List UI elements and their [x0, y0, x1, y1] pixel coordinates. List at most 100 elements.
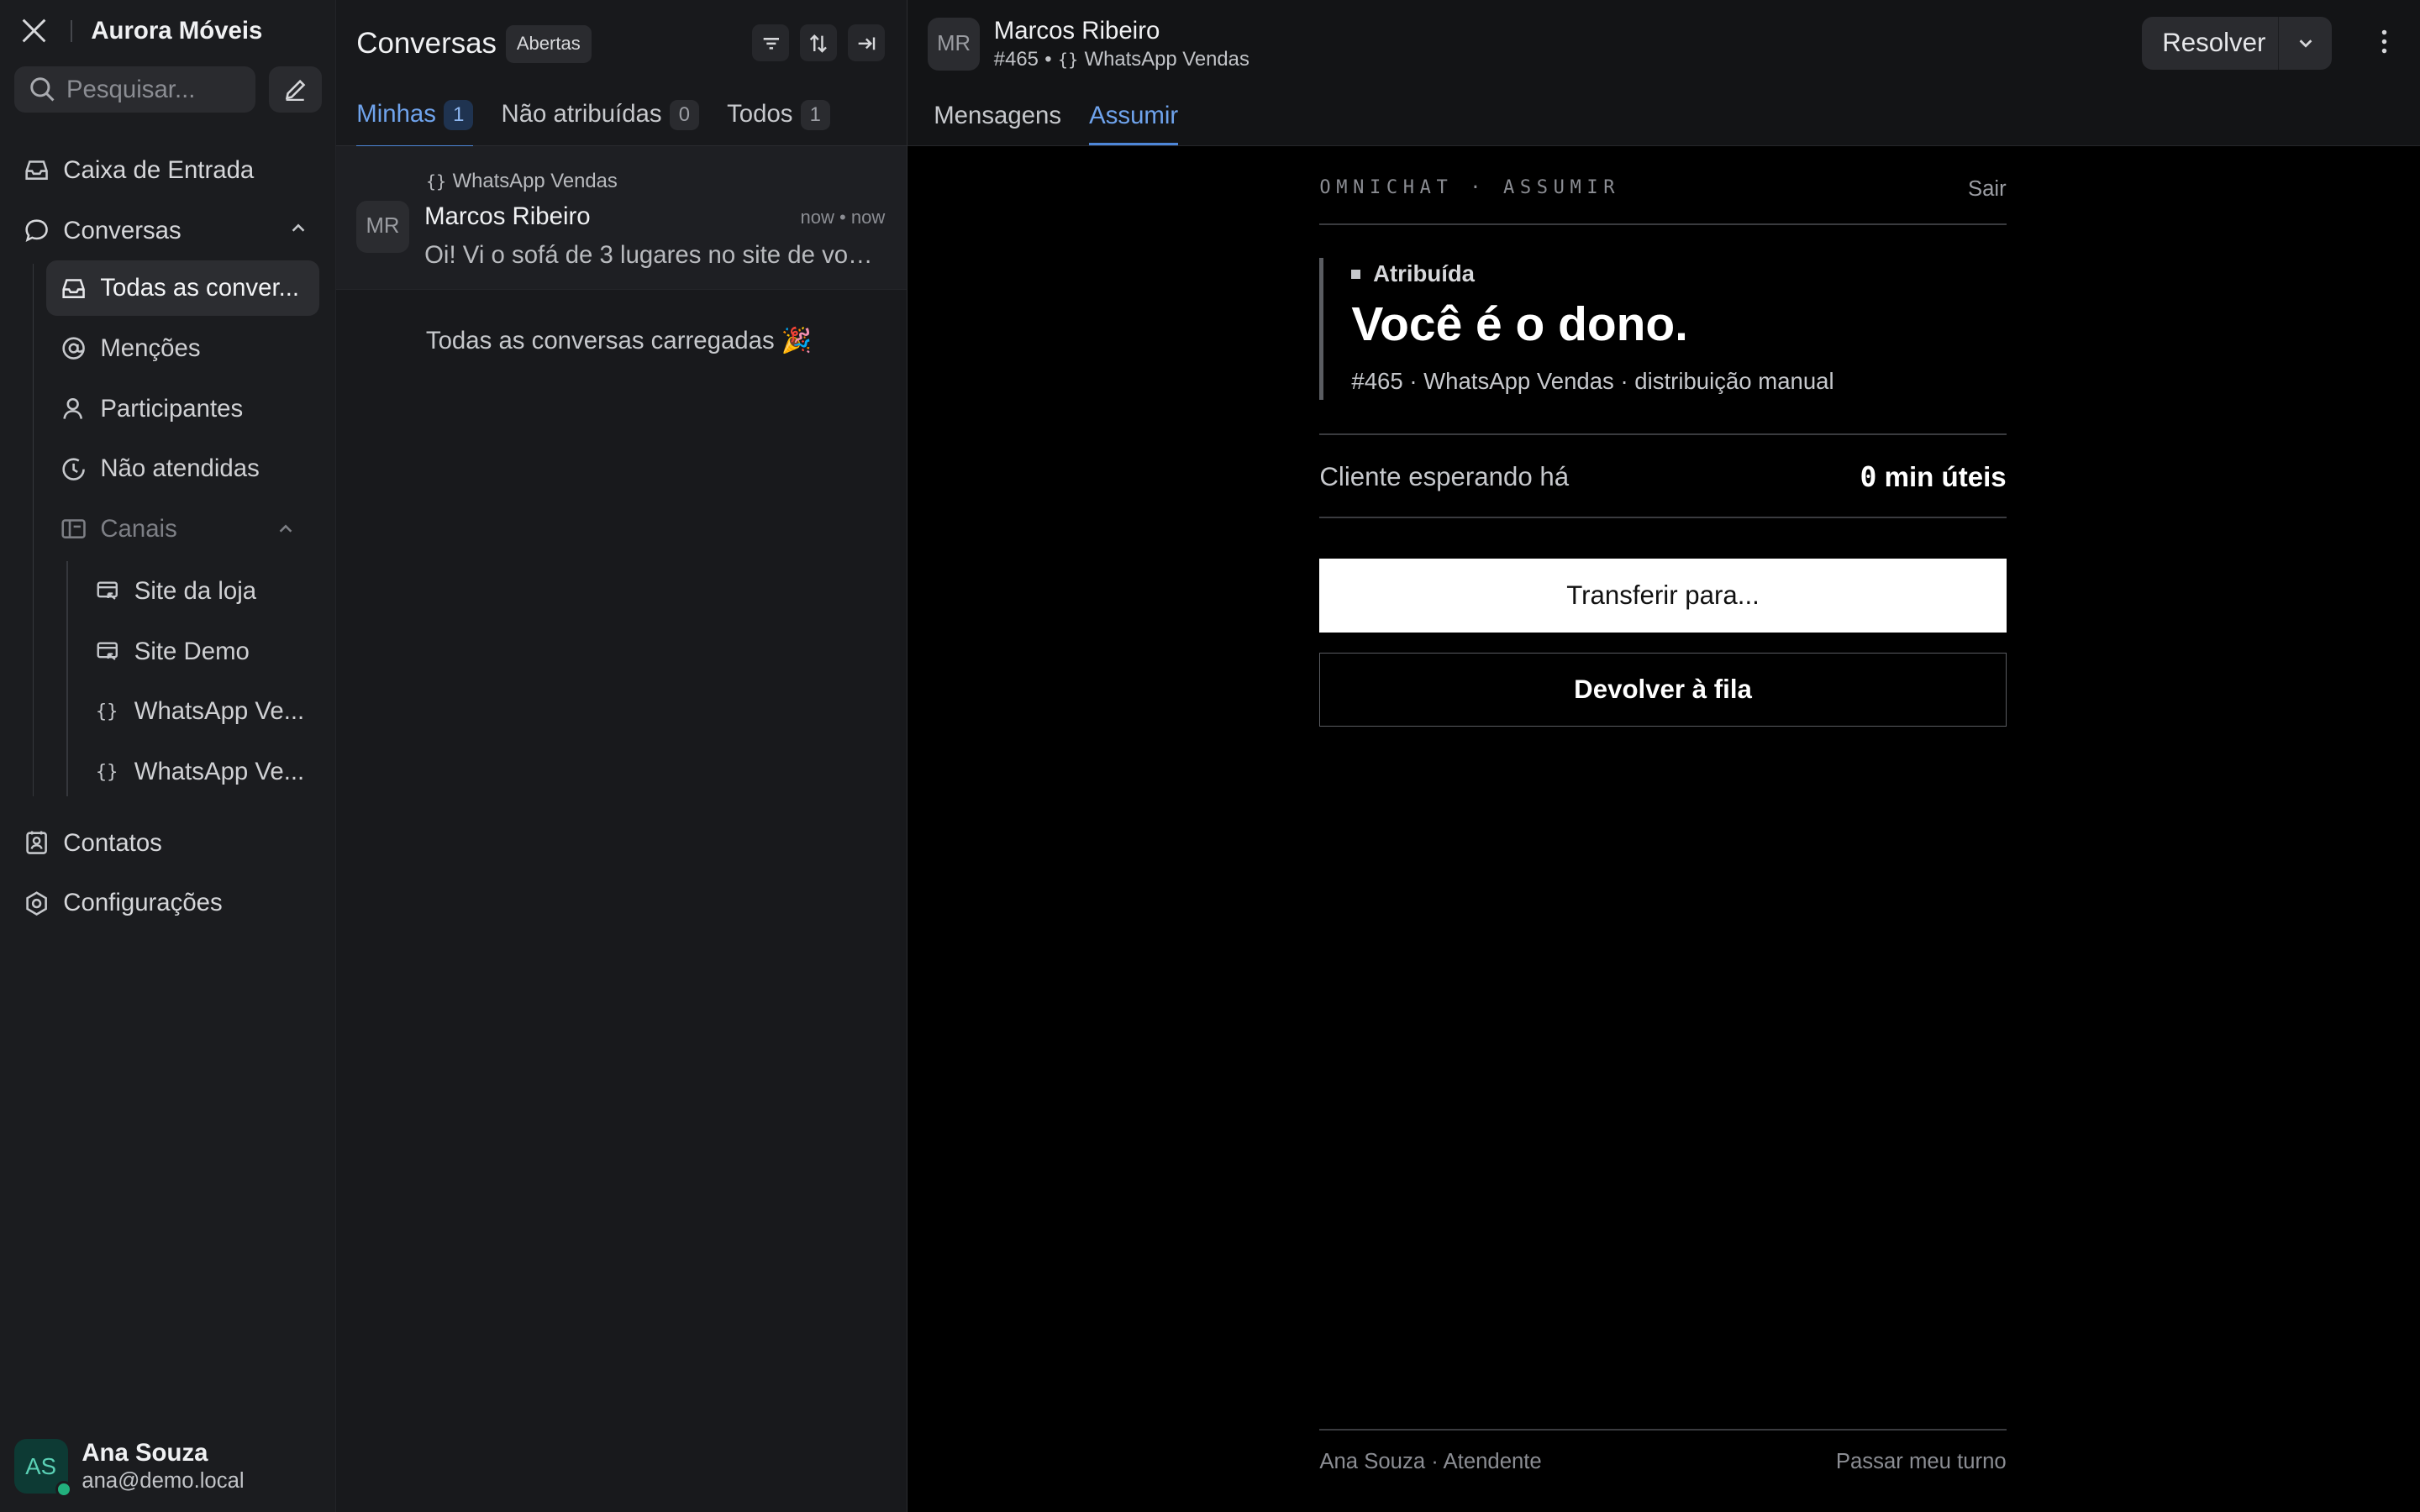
tab-messages[interactable]: Mensagens: [934, 88, 1061, 146]
panel-kicker: OMNICHAT · ASSUMIR: [1319, 177, 1621, 199]
channels-icon: [60, 516, 87, 542]
sub-item-label: Menções: [100, 334, 201, 362]
user-email: ana@demo.local: [82, 1468, 245, 1493]
assignment-status: Atribuída: [1351, 260, 2006, 287]
inbox-icon: [24, 157, 50, 183]
user-name: Ana Souza: [82, 1439, 208, 1467]
status-label: Atribuída: [1373, 260, 1476, 287]
nav-item-label: Configurações: [63, 889, 223, 917]
braces-icon: {}: [1057, 50, 1079, 71]
search-box[interactable]: [13, 66, 255, 113]
braces-icon: {}: [95, 761, 118, 783]
sub-item-label: Canais: [100, 514, 177, 543]
close-icon[interactable]: [18, 15, 50, 46]
sub-item-channels[interactable]: Canais: [46, 501, 319, 557]
tab-mine[interactable]: Minhas 1: [356, 88, 474, 149]
at-sign-icon: [60, 335, 87, 361]
assignment-card: Atribuída Você é o dono. #465 · WhatsApp…: [1319, 257, 2006, 400]
secondary-nav: Contatos Configurações: [0, 813, 335, 933]
inbox-name: WhatsApp Vendas: [1084, 48, 1249, 71]
status-badge[interactable]: Abertas: [505, 25, 592, 63]
user-info: Ana Souza ana@demo.local: [82, 1439, 244, 1494]
nav-item-inbox[interactable]: Caixa de Entrada: [0, 140, 335, 201]
conversation-time: now • now: [800, 207, 886, 228]
avatar: MR: [356, 200, 409, 254]
tab-all[interactable]: Todos 1: [727, 88, 830, 147]
return-to-queue-button[interactable]: Devolver à fila: [1319, 652, 2007, 727]
conversation-id: #465: [993, 48, 1039, 71]
resolve-button[interactable]: Resolver: [2142, 28, 2278, 58]
nav-item-label: Caixa de Entrada: [63, 155, 255, 184]
website-icon: [96, 640, 119, 664]
nav-item-settings[interactable]: Configurações: [0, 873, 335, 933]
assume-panel: OMNICHAT · ASSUMIR Sair Atribuída Você é…: [1319, 146, 2007, 1511]
search-row: [0, 61, 335, 113]
wait-time-row: Cliente esperando há 0 min úteis: [1319, 455, 2006, 498]
transfer-button[interactable]: Transferir para...: [1319, 558, 2007, 633]
chat-bubble-icon: [24, 218, 50, 244]
wait-time-unit: min úteis: [1876, 461, 2007, 493]
more-options-icon[interactable]: [2380, 28, 2389, 55]
channel-label: Site da loja: [134, 577, 257, 606]
search-input[interactable]: [66, 75, 236, 104]
channel-item-site-da-loja[interactable]: Site da loja: [80, 561, 305, 622]
app-shell: Aurora Móveis Caixa de Entrada: [0, 0, 2420, 1512]
divider: [1319, 1428, 2007, 1431]
channel-item-whatsapp-2[interactable]: {} WhatsApp Ve...: [80, 742, 305, 802]
resolve-options-button[interactable]: [2277, 17, 2332, 70]
separator-dot: •: [1044, 48, 1052, 71]
arrow-to-right-icon: [855, 33, 877, 55]
conversation-tabs: Minhas 1 Não atribuídas 0 Todos 1: [336, 88, 907, 149]
conversation-list-title: Conversas: [356, 27, 497, 60]
conversation-item[interactable]: {} WhatsApp Vendas MR Marcos Ribeiro now…: [336, 146, 907, 291]
nav-item-contacts[interactable]: Contatos: [0, 813, 335, 874]
wait-time-label: Cliente esperando há: [1319, 461, 1570, 491]
contact-header-info: Marcos Ribeiro #465 • {} WhatsApp Vendas: [994, 17, 1249, 72]
nav-item-conversations[interactable]: Conversas: [0, 201, 335, 261]
conversation-header: MR Marcos Ribeiro #465 • {} WhatsApp Ven…: [907, 0, 2420, 88]
brand-bar: Aurora Móveis: [0, 0, 335, 61]
filter-button[interactable]: [752, 24, 790, 62]
gear-icon: [24, 890, 50, 916]
avatar[interactable]: MR: [927, 18, 981, 71]
sub-item-mentions[interactable]: Menções: [46, 321, 319, 376]
chevron-down-icon: [2296, 34, 2315, 52]
pass-turn-link[interactable]: Passar meu turno: [1836, 1450, 2007, 1474]
avatar-initials: MR: [366, 214, 400, 239]
divider: [1319, 517, 2007, 519]
channel-item-whatsapp-1[interactable]: {} WhatsApp Ve...: [80, 682, 305, 743]
chevron-up-icon[interactable]: [276, 520, 295, 538]
current-user[interactable]: AS Ana Souza ana@demo.local: [13, 1439, 245, 1499]
sub-item-participants[interactable]: Participantes: [46, 381, 319, 437]
tab-count: 1: [444, 100, 474, 130]
tab-unassigned[interactable]: Não atribuídas 0: [502, 88, 700, 147]
sort-button[interactable]: [800, 24, 838, 62]
clock-icon: [60, 456, 87, 482]
channel-item-site-demo[interactable]: Site Demo: [80, 622, 305, 682]
sub-item-unattended[interactable]: Não atendidas: [46, 441, 319, 496]
status-square-icon: [1351, 269, 1361, 279]
contact-name[interactable]: Marcos Ribeiro: [994, 17, 1249, 45]
list-actions: [752, 24, 886, 62]
collapse-list-button[interactable]: [848, 24, 886, 62]
inbox-name: WhatsApp Vendas: [452, 170, 618, 193]
tab-assume[interactable]: Assumir: [1089, 88, 1178, 147]
tab-label: Todos: [727, 100, 793, 129]
nav-item-label: Conversas: [63, 216, 182, 244]
contact-book-icon: [24, 830, 50, 856]
compose-button[interactable]: [269, 66, 322, 113]
sidebar: Aurora Móveis Caixa de Entrada: [0, 0, 337, 1512]
divider: [1319, 433, 2007, 435]
sort-arrows-icon: [808, 33, 829, 55]
online-status-dot: [55, 1480, 73, 1499]
conversation-list: Conversas Abertas Minhas 1 Não atribuída…: [336, 0, 908, 1512]
conversation-list-header: Conversas Abertas: [336, 0, 907, 88]
tab-count: 0: [669, 100, 700, 130]
channel-label: Site Demo: [134, 637, 250, 665]
exit-link[interactable]: Sair: [1968, 177, 2007, 202]
tab-label: Minhas: [356, 100, 436, 129]
chevron-up-icon[interactable]: [289, 219, 308, 238]
filter-icon: [760, 33, 782, 55]
wait-time-value: 0 min úteis: [1860, 460, 2007, 494]
sub-item-all-conversations[interactable]: Todas as conver...: [46, 260, 320, 317]
